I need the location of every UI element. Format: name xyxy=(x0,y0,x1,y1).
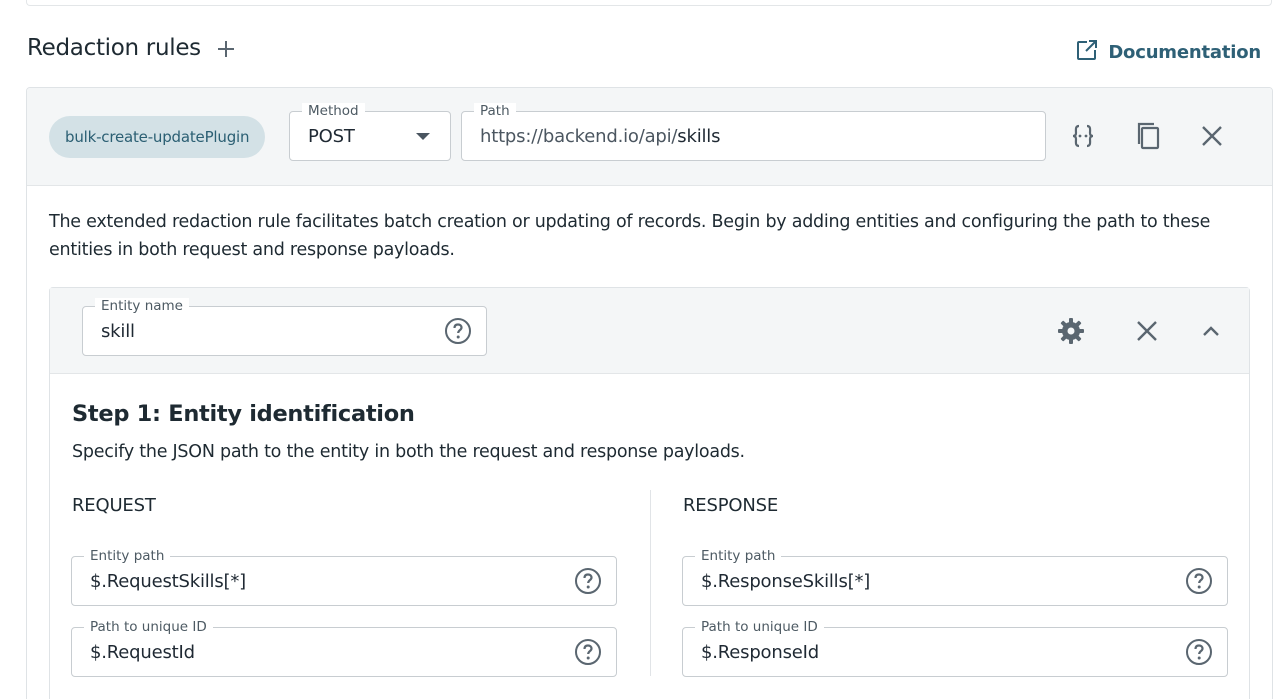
documentation-label: Documentation xyxy=(1108,42,1261,63)
request-entity-path-value: $.RequestSkills[*] xyxy=(90,570,246,592)
entity-name-input[interactable]: Entity name skill xyxy=(82,298,487,356)
external-link-icon xyxy=(1076,39,1098,66)
close-icon[interactable] xyxy=(1130,314,1164,348)
caret-down-icon xyxy=(416,133,430,140)
request-entity-path-input[interactable]: Entity path $.RequestSkills[*] xyxy=(71,548,617,606)
step-title: Step 1: Entity identification xyxy=(72,401,415,427)
response-entity-path-input[interactable]: Entity path $.ResponseSkills[*] xyxy=(682,548,1228,606)
path-value: https://backend.io/api/skills xyxy=(480,125,721,147)
documentation-link[interactable]: Documentation xyxy=(1076,39,1261,66)
section-title: Redaction rules xyxy=(27,35,201,61)
method-select[interactable]: Method POST xyxy=(289,103,451,161)
column-divider xyxy=(650,490,651,676)
request-title: REQUEST xyxy=(72,495,156,516)
plus-icon[interactable] xyxy=(214,37,238,61)
copy-icon[interactable] xyxy=(1131,119,1165,153)
method-value: POST xyxy=(308,125,355,147)
request-unique-id-value: $.RequestId xyxy=(90,641,195,663)
question-circle-icon[interactable] xyxy=(574,567,602,595)
entity-header: Entity name skill xyxy=(50,288,1249,374)
request-unique-id-input[interactable]: Path to unique ID $.RequestId xyxy=(71,619,617,677)
response-title: RESPONSE xyxy=(683,495,778,516)
response-unique-id-value: $.ResponseId xyxy=(701,641,819,663)
question-circle-icon[interactable] xyxy=(574,638,602,666)
close-icon[interactable] xyxy=(1195,119,1229,153)
entity-card: Entity name skill Step 1: Entity identif… xyxy=(49,287,1250,699)
redaction-rule-card: bulk-create-updatePlugin Method POST Pat… xyxy=(26,87,1273,699)
question-circle-icon[interactable] xyxy=(444,317,472,345)
chevron-up-icon[interactable] xyxy=(1194,314,1228,348)
plugin-chip[interactable]: bulk-create-updatePlugin xyxy=(49,116,266,158)
step-description: Specify the JSON path to the entity in b… xyxy=(72,442,745,462)
question-circle-icon[interactable] xyxy=(1185,638,1213,666)
path-input[interactable]: Path https://backend.io/api/skills xyxy=(461,103,1046,161)
section-header: Redaction rules Documentation xyxy=(27,33,1267,67)
question-circle-icon[interactable] xyxy=(1185,567,1213,595)
entity-name-value: skill xyxy=(101,320,135,342)
response-entity-path-value: $.ResponseSkills[*] xyxy=(701,570,871,592)
gear-icon[interactable] xyxy=(1054,314,1088,348)
previous-card-edge xyxy=(26,0,1272,6)
rule-description: The extended redaction rule facilitates … xyxy=(49,212,1211,260)
curly-braces-icon[interactable] xyxy=(1066,119,1100,153)
rule-header: bulk-create-updatePlugin Method POST Pat… xyxy=(27,88,1272,186)
response-unique-id-input[interactable]: Path to unique ID $.ResponseId xyxy=(682,619,1228,677)
